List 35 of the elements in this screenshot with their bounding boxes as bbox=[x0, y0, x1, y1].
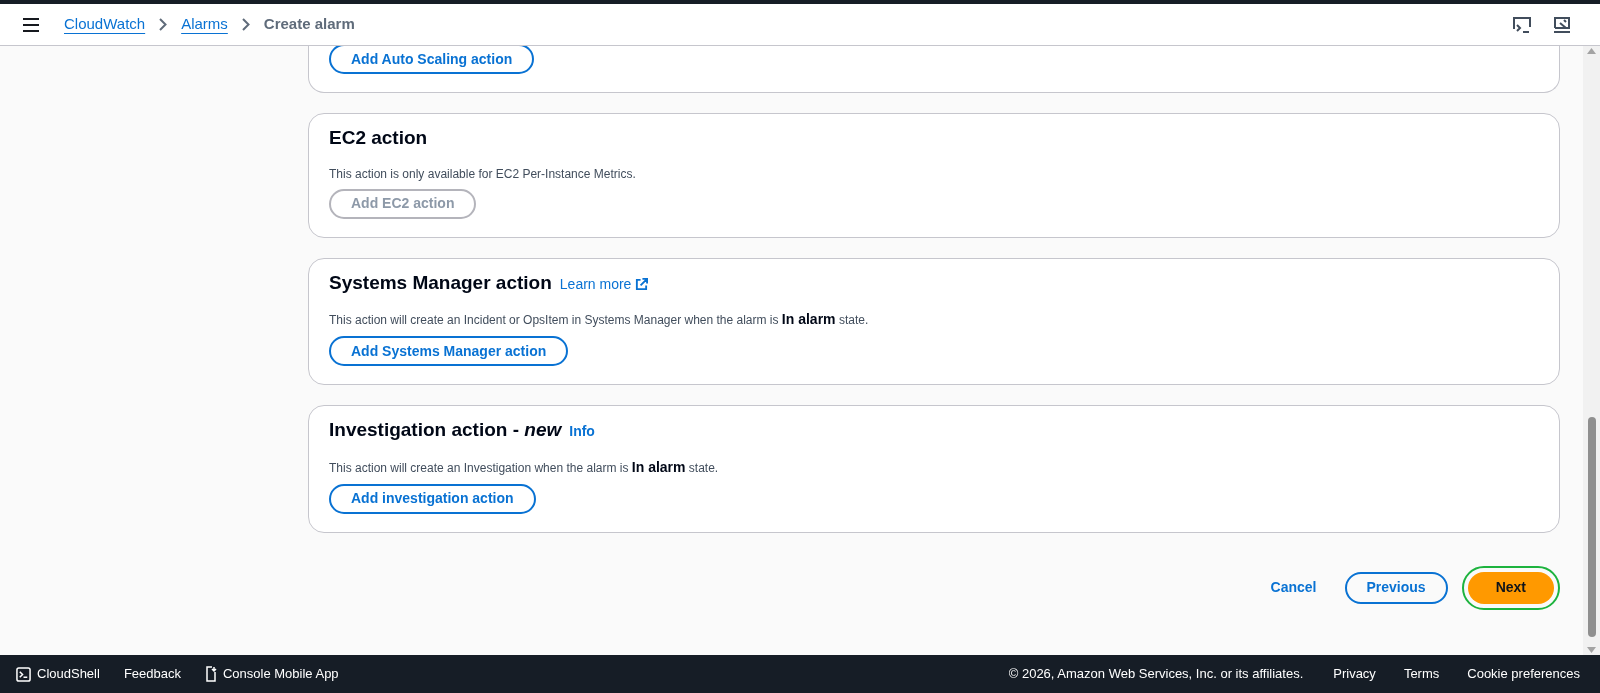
copyright-text: © 2026, Amazon Web Services, Inc. or its affiliates. bbox=[1008, 665, 1304, 684]
breadcrumb-link[interactable]: CloudWatch bbox=[64, 13, 146, 36]
learn-more-link[interactable]: Learn more bbox=[559, 273, 649, 295]
info-link[interactable]: Info bbox=[569, 421, 595, 442]
section-description: This action will create an Incident or OpsItem in Systems Manager when the alarm is In alarm state. bbox=[329, 310, 870, 329]
add-action-button[interactable]: Add Systems Manager action bbox=[329, 336, 569, 366]
section-description: This action will create an Investigation when the alarm is In alarm state. bbox=[329, 457, 720, 477]
section-description: This action is only available for EC2 Per-Instance Metrics. bbox=[329, 165, 637, 183]
monitor-wrench-icon[interactable] bbox=[1552, 14, 1572, 35]
add-action-button[interactable]: Add Auto Scaling action bbox=[329, 46, 535, 74]
menu-icon[interactable] bbox=[22, 17, 40, 32]
footer-link[interactable]: Feedback bbox=[123, 664, 181, 684]
add-action-button[interactable]: Add investigation action bbox=[329, 483, 536, 514]
chevron-icon bbox=[241, 18, 250, 31]
phone-icon bbox=[204, 666, 217, 682]
footer-link[interactable]: CloudShell bbox=[16, 664, 100, 684]
footer-link[interactable]: Terms bbox=[1403, 664, 1440, 684]
cancel-link[interactable]: Cancel bbox=[1262, 571, 1325, 604]
scrollbar[interactable] bbox=[1583, 46, 1600, 655]
external-link-icon bbox=[635, 277, 649, 291]
breadcrumb-link[interactable]: Alarms bbox=[181, 13, 228, 36]
footer-link[interactable]: Cookie preferences bbox=[1467, 664, 1580, 684]
scroll-up-icon[interactable] bbox=[1587, 48, 1596, 54]
footer-link[interactable]: Console Mobile App bbox=[204, 664, 339, 684]
terminal-icon bbox=[16, 666, 31, 682]
chevron-icon bbox=[159, 18, 168, 31]
footer-link[interactable]: Privacy bbox=[1333, 664, 1376, 684]
section-title: Investigation action - new bbox=[329, 418, 562, 442]
previous-button[interactable]: Previous bbox=[1344, 571, 1448, 604]
terminal-screen-icon[interactable] bbox=[1512, 14, 1532, 35]
section-title: EC2 action bbox=[329, 126, 428, 150]
breadcrumb-current: Create alarm bbox=[263, 14, 355, 35]
section-title: Systems Manager action bbox=[329, 270, 552, 295]
scroll-thumb[interactable] bbox=[1587, 417, 1596, 637]
scroll-down-icon[interactable] bbox=[1587, 647, 1596, 653]
